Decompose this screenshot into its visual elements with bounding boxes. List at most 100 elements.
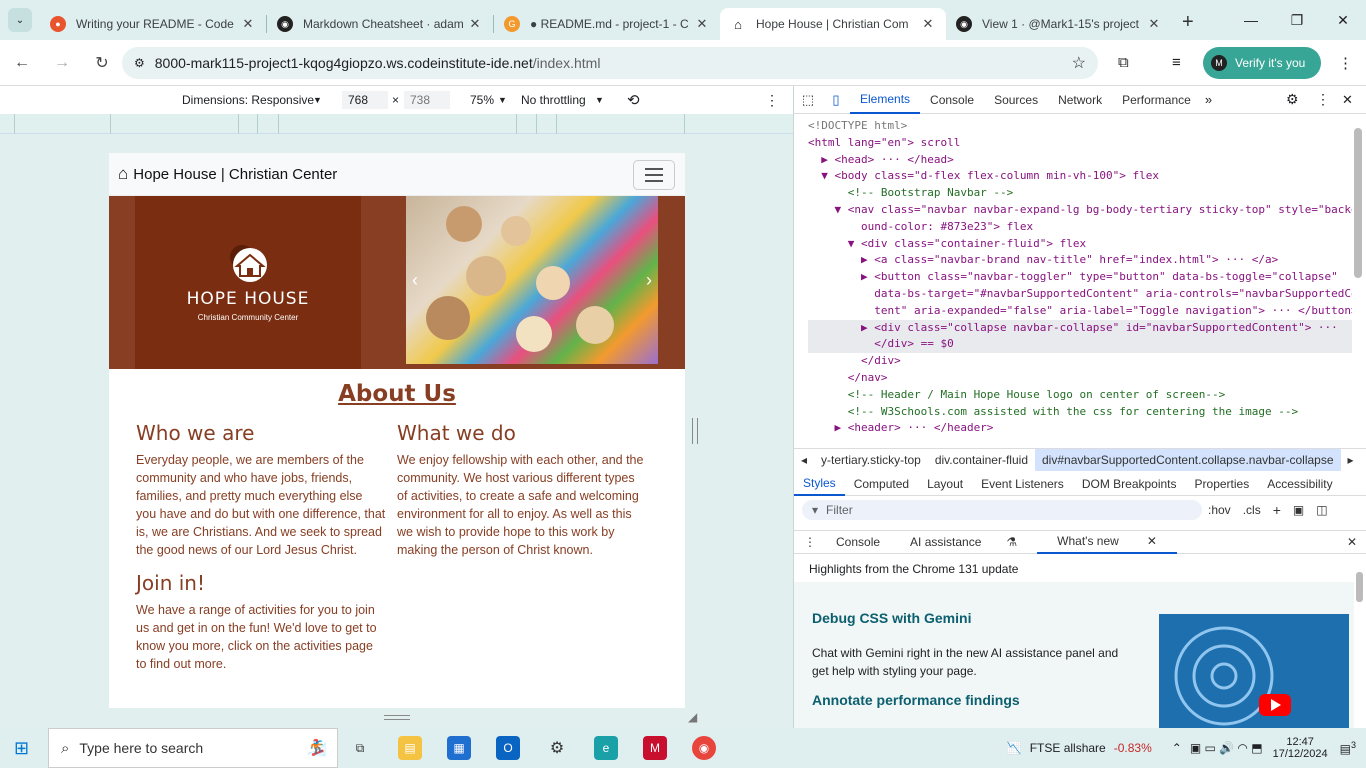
dom-line[interactable]: ound-color: #873e23"> flex bbox=[808, 219, 1352, 236]
throttle-select[interactable]: No throttling bbox=[521, 93, 586, 107]
paint-icon[interactable]: ▣ bbox=[1293, 503, 1304, 517]
address-bar[interactable]: ⚙ 8000-mark115-project1-kqog4giopzo.ws.c… bbox=[122, 47, 1098, 79]
dom-line[interactable]: tent" aria-expanded="false" aria-label="… bbox=[808, 303, 1352, 320]
close-devtools-icon[interactable]: ✕ bbox=[1342, 92, 1353, 108]
tab-search-button[interactable]: ⌄ bbox=[8, 8, 32, 32]
new-tab-icon[interactable]: + bbox=[1182, 11, 1194, 34]
forward-icon[interactable]: → bbox=[44, 45, 80, 81]
dom-line-selected[interactable]: ▶ <div class="collapse navbar-collapse" … bbox=[808, 319, 1352, 337]
windows-start-icon[interactable]: ⊞ bbox=[14, 738, 29, 759]
file-explorer-icon[interactable]: ▤ bbox=[398, 736, 422, 760]
close-icon[interactable]: ✕ bbox=[920, 16, 936, 32]
breadcrumb-item[interactable]: y-tertiary.sticky-top bbox=[814, 453, 928, 467]
tab-styles[interactable]: Styles bbox=[794, 472, 845, 496]
cls-toggle[interactable]: .cls bbox=[1243, 503, 1261, 517]
device-toggle-icon[interactable]: ▯ bbox=[822, 92, 850, 108]
tray-icons[interactable]: ▣ ▭ 🔊 ◠ ⬒ bbox=[1190, 741, 1263, 755]
navbar-toggler-button[interactable] bbox=[633, 160, 675, 190]
outlook-icon[interactable]: O bbox=[496, 736, 520, 760]
notifications-icon[interactable]: ▤3 bbox=[1340, 740, 1356, 756]
height-input[interactable]: 738 bbox=[404, 91, 450, 109]
drawer-menu-icon[interactable]: ⋮ bbox=[794, 530, 826, 554]
mcafee-icon[interactable]: M bbox=[643, 736, 667, 760]
settings-icon[interactable]: ⚙ bbox=[1286, 91, 1299, 108]
styles-filter-input[interactable]: ▾ Filter bbox=[802, 500, 1202, 520]
crumb-right-icon[interactable]: ▸ bbox=[1341, 453, 1361, 467]
zoom-select[interactable]: 75% bbox=[470, 93, 494, 107]
chrome-icon[interactable]: ◉ bbox=[692, 736, 716, 760]
feature-title[interactable]: Debug CSS with Gemini bbox=[812, 610, 971, 626]
inspect-icon[interactable]: ⬚ bbox=[794, 92, 822, 108]
dom-comment[interactable]: <!-- Header / Main Hope House logo on ce… bbox=[808, 387, 1352, 404]
ms-store-icon[interactable]: ▦ bbox=[447, 736, 471, 760]
media-icon[interactable]: ≡ bbox=[1172, 54, 1181, 71]
devtools-menu-icon[interactable]: ⋮ bbox=[1316, 91, 1330, 108]
dom-tree[interactable]: <!DOCTYPE html> <html lang="en"> scroll … bbox=[794, 114, 1352, 444]
sidebar-toggle-icon[interactable]: ◫ bbox=[1316, 503, 1327, 517]
tab-layout[interactable]: Layout bbox=[918, 472, 972, 496]
close-icon[interactable]: ✕ bbox=[467, 16, 483, 32]
browser-tab[interactable]: ◉ Markdown Cheatsheet · adam ✕ bbox=[267, 8, 493, 40]
tab-elements[interactable]: Elements bbox=[850, 86, 921, 114]
tab-dom-breakpoints[interactable]: DOM Breakpoints bbox=[1073, 472, 1186, 496]
tab-event-listeners[interactable]: Event Listeners bbox=[972, 472, 1073, 496]
close-window-icon[interactable]: ✕ bbox=[1320, 0, 1366, 40]
task-view-icon[interactable]: ⧉ bbox=[348, 736, 372, 760]
extensions-icon[interactable]: ⧉ bbox=[1118, 54, 1129, 71]
edge-icon[interactable]: e bbox=[594, 736, 618, 760]
restore-icon[interactable]: ❐ bbox=[1274, 0, 1320, 40]
carousel-next-icon[interactable]: › bbox=[646, 270, 652, 291]
browser-tab[interactable]: ◉ View 1 · @Mark1-15's project ✕ bbox=[946, 8, 1172, 40]
tab-accessibility[interactable]: Accessibility bbox=[1258, 472, 1341, 496]
stock-change[interactable]: -0.83% bbox=[1114, 741, 1152, 755]
tab-network[interactable]: Network bbox=[1048, 86, 1112, 114]
drawer-tab-whats-new[interactable]: What's new ✕ bbox=[1037, 530, 1177, 554]
add-rule-icon[interactable]: + bbox=[1273, 502, 1281, 518]
tab-sources[interactable]: Sources bbox=[984, 86, 1048, 114]
browser-tab-active[interactable]: ⌂ Hope House | Christian Com ✕ bbox=[720, 8, 946, 40]
rotate-icon[interactable]: ⟲ bbox=[627, 91, 640, 109]
tab-properties[interactable]: Properties bbox=[1186, 472, 1259, 496]
back-icon[interactable]: ← bbox=[4, 45, 40, 81]
breadcrumb-item[interactable]: div.container-fluid bbox=[928, 453, 1035, 467]
stock-name[interactable]: FTSE allshare bbox=[1030, 741, 1106, 755]
tab-performance[interactable]: Performance bbox=[1112, 86, 1201, 114]
dom-line[interactable]: <!DOCTYPE html> bbox=[808, 118, 1352, 135]
taskbar-search-input[interactable]: ⌕ Type here to search 🏂 bbox=[48, 728, 338, 768]
verify-identity-button[interactable]: M Verify it's you bbox=[1203, 47, 1321, 79]
clock[interactable]: 12:47 17/12/2024 bbox=[1273, 736, 1328, 760]
dom-line[interactable]: ▼ <nav class="navbar navbar-expand-lg bg… bbox=[808, 202, 1352, 219]
hov-toggle[interactable]: :hov bbox=[1208, 503, 1231, 517]
navbar-brand[interactable]: ⌂ Hope House | Christian Center bbox=[118, 164, 337, 184]
site-info-icon[interactable]: ⚙ bbox=[134, 56, 145, 70]
video-thumbnail[interactable] bbox=[1159, 614, 1349, 728]
browser-tab[interactable]: ● Writing your README - Code ✕ bbox=[40, 8, 266, 40]
dom-line[interactable]: </div> bbox=[808, 353, 1352, 370]
more-options-icon[interactable]: ⋮ bbox=[765, 92, 779, 109]
feature-title[interactable]: Annotate performance findings bbox=[812, 692, 1020, 708]
close-icon[interactable]: ✕ bbox=[1146, 16, 1162, 32]
close-icon[interactable]: ✕ bbox=[694, 16, 710, 32]
menu-icon[interactable]: ⋮ bbox=[1338, 54, 1353, 72]
dom-line[interactable]: ▶ <header> ··· </header> bbox=[808, 420, 1352, 437]
dimensions-select[interactable]: Dimensions: Responsive bbox=[182, 93, 314, 107]
dom-line[interactable]: ▶ <a class="navbar-brand nav-title" href… bbox=[808, 252, 1352, 269]
dom-line[interactable]: <html lang="en"> scroll bbox=[808, 135, 1352, 152]
dom-line[interactable]: ▶ <button class="navbar-toggler" type="b… bbox=[808, 269, 1352, 286]
resize-corner-icon[interactable]: ◢ bbox=[688, 710, 697, 724]
dom-line[interactable]: data-bs-target="#navbarSupportedContent"… bbox=[808, 286, 1352, 303]
dom-line[interactable]: ▼ <div class="container-fluid"> flex bbox=[808, 236, 1352, 253]
close-icon[interactable]: ✕ bbox=[1137, 529, 1167, 553]
show-hidden-icons[interactable]: ⌃ bbox=[1172, 741, 1182, 755]
dom-scrollbar[interactable] bbox=[1354, 128, 1362, 278]
crumb-left-icon[interactable]: ◂ bbox=[794, 453, 814, 467]
dom-line-selected[interactable]: </div> == $0 bbox=[808, 336, 1352, 354]
settings-app-icon[interactable]: ⚙ bbox=[545, 736, 569, 760]
drawer-scrollbar[interactable] bbox=[1356, 572, 1363, 602]
breadcrumb-item-current[interactable]: div#navbarSupportedContent.collapse.navb… bbox=[1035, 448, 1341, 471]
bookmark-star-icon[interactable]: ☆ bbox=[1072, 53, 1086, 73]
dom-line[interactable]: </nav> bbox=[808, 370, 1352, 387]
dom-line[interactable]: ▼ <body class="d-flex flex-column min-vh… bbox=[808, 168, 1352, 185]
drawer-tab-console[interactable]: Console bbox=[826, 530, 890, 554]
browser-tab[interactable]: G ● README.md - project-1 - C ✕ bbox=[494, 8, 720, 40]
